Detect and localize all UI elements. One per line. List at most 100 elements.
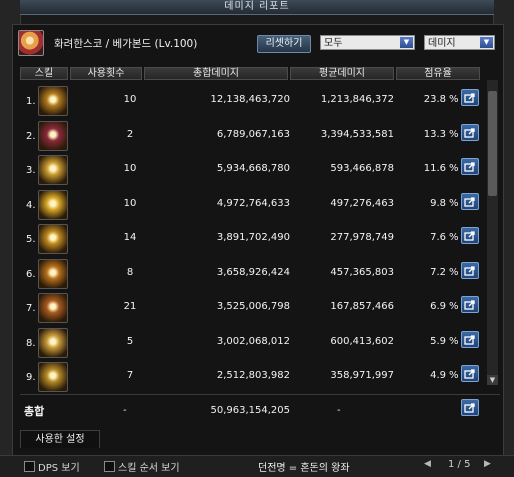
share-icon[interactable]: [461, 227, 479, 244]
row-uses: 2: [126, 128, 134, 140]
table-row: 4. 10 4,972,764,633 497,276,463 9.8%: [20, 188, 480, 224]
header-avg[interactable]: 평균데미지: [290, 67, 394, 80]
share-icon[interactable]: [461, 89, 479, 106]
share-icon[interactable]: [461, 330, 479, 348]
prev-page-icon[interactable]: ◀: [424, 459, 431, 469]
type-dropdown[interactable]: 데미지 ▼: [424, 35, 495, 50]
reset-button[interactable]: 리셋하기: [257, 35, 311, 53]
share-icon[interactable]: [461, 365, 479, 382]
character-class: 베가본드 (Lv.100): [112, 38, 198, 50]
row-avg-damage: 600,413,602: [330, 335, 394, 347]
tab-used-settings[interactable]: 사용한 설정: [20, 430, 100, 448]
table-row: 5. 14 3,891,702,490 277,978,749 7.6%: [20, 222, 480, 258]
total-label: 총합: [24, 405, 45, 418]
row-rank: 4.: [26, 199, 36, 211]
share-icon[interactable]: [461, 123, 479, 141]
skill-icon: [38, 258, 68, 289]
row-percent-sign: %: [449, 94, 459, 105]
dungeon-title: 던전명 = 혼돈의 왕좌: [258, 463, 350, 474]
skill-icon: [38, 120, 68, 151]
row-percent-sign: %: [449, 266, 459, 278]
row-total-damage: 6,789,067,163: [216, 128, 290, 140]
dps-checkbox[interactable]: [24, 461, 35, 472]
character-name: 화려한스코 /: [54, 38, 110, 50]
skill-icon: [38, 189, 68, 220]
skill-icon: [38, 224, 68, 254]
row-uses: 5: [126, 335, 134, 347]
dps-checkbox-label: DPS 보기: [38, 463, 80, 474]
table-row: 3. 10 5,934,668,780 593,466,878 11.6%: [20, 153, 480, 189]
row-rank: 2.: [26, 130, 36, 142]
row-avg-damage: 358,971,997: [330, 370, 394, 381]
row-share-percent: 6.9: [430, 301, 446, 312]
scroll-down-icon[interactable]: ▼: [487, 375, 498, 385]
row-total-damage: 3,891,702,490: [216, 232, 290, 243]
row-total-damage: 3,658,926,424: [216, 266, 290, 278]
row-uses: 10: [123, 197, 137, 209]
row-share-percent: 5.9: [430, 335, 446, 347]
share-icon[interactable]: [461, 261, 479, 279]
share-icon[interactable]: [461, 192, 479, 210]
skill-icon: [38, 362, 68, 392]
share-icon[interactable]: [461, 399, 479, 416]
table-row: 2. 2 6,789,067,163 3,394,533,581 13.3%: [20, 119, 480, 155]
row-total-damage: 12,138,463,720: [210, 94, 290, 105]
row-percent-sign: %: [449, 370, 459, 381]
row-share-percent: 11.6: [423, 163, 446, 174]
row-percent-sign: %: [449, 335, 459, 347]
row-total-damage: 3,525,006,798: [216, 301, 290, 312]
row-rank: 6.: [26, 268, 36, 280]
next-page-icon[interactable]: ▶: [484, 459, 491, 469]
row-total-damage: 4,972,764,633: [216, 197, 290, 209]
row-percent-sign: %: [449, 301, 459, 312]
row-share-percent: 9.8: [430, 197, 446, 209]
skill-icon: [38, 86, 68, 116]
filter-dropdown[interactable]: 모두 ▼: [320, 35, 415, 50]
skill-icon: [38, 293, 68, 323]
row-percent-sign: %: [449, 197, 459, 209]
share-icon[interactable]: [461, 158, 479, 175]
page-indicator: 1 / 5: [448, 459, 471, 470]
header-total[interactable]: 총합데미지: [144, 67, 288, 80]
row-uses: 8: [126, 266, 134, 278]
row-uses: 10: [123, 163, 137, 174]
chevron-down-icon: ▼: [480, 37, 493, 48]
row-share-percent: 7.6: [430, 232, 446, 243]
share-icon[interactable]: [461, 296, 479, 313]
row-share-percent: 13.3: [423, 128, 446, 140]
row-avg-damage: 167,857,466: [330, 301, 394, 312]
table-header: 스킬 사용횟수 총합데미지 평균데미지 점유율: [20, 67, 480, 80]
table-row: 8. 5 3,002,068,012 600,413,602 5.9%: [20, 326, 480, 362]
row-rank: 9.: [26, 372, 36, 383]
header-share[interactable]: 점유율: [396, 67, 480, 80]
row-percent-sign: %: [449, 232, 459, 243]
total-damage: 50,963,154,205: [210, 405, 290, 416]
total-avg: -: [337, 405, 341, 416]
row-avg-damage: 457,365,803: [330, 266, 394, 278]
row-rank: 1.: [26, 96, 36, 107]
row-avg-damage: 277,978,749: [330, 232, 394, 243]
character-label: 화려한스코 / 베가본드 (Lv.100): [54, 36, 197, 51]
row-avg-damage: 497,276,463: [330, 197, 394, 209]
row-rank: 7.: [26, 303, 36, 314]
scrollbar-thumb[interactable]: [488, 91, 497, 196]
table-row: 1. 10 12,138,463,720 1,213,846,372 23.8%: [20, 84, 480, 120]
header-skill[interactable]: 스킬: [20, 67, 68, 80]
type-dropdown-value: 데미지: [428, 38, 456, 49]
skill-icon: [38, 155, 68, 185]
skill-icon: [38, 327, 68, 358]
row-total-damage: 5,934,668,780: [216, 163, 290, 174]
filter-dropdown-value: 모두: [324, 38, 343, 49]
row-uses: 7: [126, 370, 134, 381]
row-total-damage: 2,512,803,982: [216, 370, 290, 381]
row-avg-damage: 1,213,846,372: [320, 94, 394, 105]
row-rank: 5.: [26, 234, 36, 245]
row-uses: 14: [123, 232, 137, 243]
header-uses[interactable]: 사용횟수: [70, 67, 142, 80]
skill-order-checkbox-label: 스킬 순서 보기: [118, 463, 180, 474]
row-percent-sign: %: [449, 128, 459, 140]
row-share-percent: 23.8: [423, 94, 446, 105]
row-rank: 3.: [26, 165, 36, 176]
skill-order-checkbox[interactable]: [104, 461, 115, 472]
row-total-damage: 3,002,068,012: [216, 335, 290, 347]
